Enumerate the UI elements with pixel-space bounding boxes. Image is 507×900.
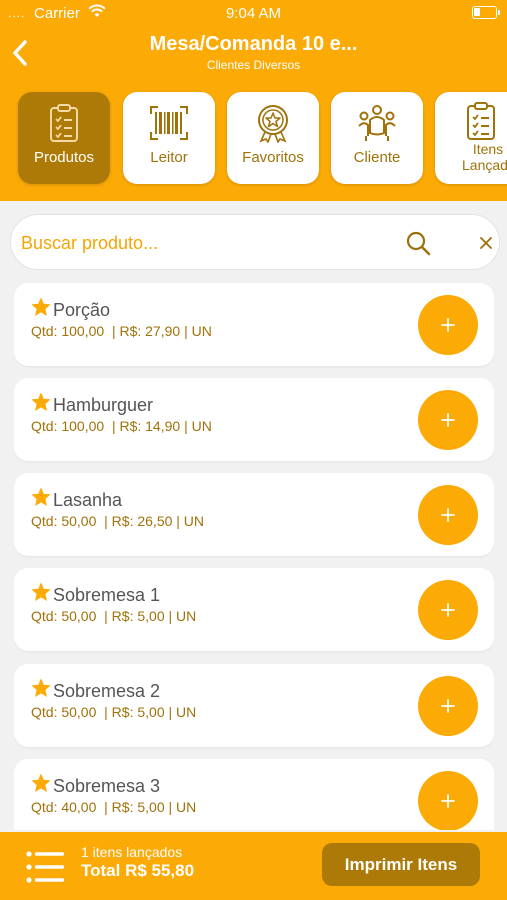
bottom-bar: 1 itens lançados Total R$ 55,80 Imprimir… xyxy=(0,832,507,900)
plus-icon xyxy=(441,794,455,808)
tab-label: Leitor xyxy=(150,149,188,166)
status-bar: .... Carrier 9:04 AM xyxy=(0,0,507,28)
plus-icon xyxy=(441,318,455,332)
product-details: Qtd: 40,00 | R$: 5,00 | UN xyxy=(31,799,197,815)
battery-icon xyxy=(472,6,500,19)
product-card[interactable]: Lasanha Qtd: 50,00 | R$: 26,50 | UN xyxy=(14,473,494,556)
product-name: Lasanha xyxy=(53,490,123,510)
product-card[interactable]: Sobremesa 1 Qtd: 50,00 | R$: 5,00 | UN xyxy=(14,568,494,651)
page-title: Mesa/Comanda 10 e... xyxy=(149,33,358,55)
close-icon[interactable] xyxy=(477,234,495,252)
print-items-button[interactable]: Imprimir Itens xyxy=(322,843,480,886)
plus-icon xyxy=(441,413,455,427)
plus-icon xyxy=(441,508,455,522)
tab-label: Favoritos xyxy=(242,149,304,166)
tab-itens-lancados[interactable]: Itens Lançados xyxy=(435,92,507,184)
category-tabs: Produtos Leitor Favoritos Cliente Itens … xyxy=(18,92,507,184)
product-list: Porção Qtd: 100,00 | R$: 27,90 | UN Hamb… xyxy=(14,283,494,830)
product-name: Hamburguer xyxy=(53,395,154,415)
items-count: 1 itens lançados xyxy=(81,844,183,860)
add-button[interactable] xyxy=(418,771,478,830)
product-details: Qtd: 50,00 | R$: 5,00 | UN xyxy=(31,704,197,720)
plus-icon xyxy=(441,603,455,617)
product-card[interactable]: Sobremesa 3 Qtd: 40,00 | R$: 5,00 | UN xyxy=(14,759,494,830)
add-button[interactable] xyxy=(418,485,478,545)
search-input[interactable] xyxy=(21,227,401,259)
app-header: .... Carrier 9:04 AM Mesa/Comanda 10 e..… xyxy=(0,0,507,201)
product-details: Qtd: 100,00 | R$: 27,90 | UN xyxy=(31,323,212,339)
star-icon xyxy=(31,678,51,697)
tab-produtos[interactable]: Produtos xyxy=(18,92,110,184)
product-details: Qtd: 50,00 | R$: 26,50 | UN xyxy=(31,513,205,529)
award-star-icon xyxy=(253,103,293,143)
tab-label: Produtos xyxy=(33,149,95,166)
tab-favoritos[interactable]: Favoritos xyxy=(227,92,319,184)
clipboard-icon xyxy=(44,103,84,143)
add-button[interactable] xyxy=(418,580,478,640)
add-button[interactable] xyxy=(418,295,478,355)
list-icon[interactable] xyxy=(26,850,66,884)
order-total: Total R$ 55,80 xyxy=(81,861,195,880)
product-details: Qtd: 50,00 | R$: 5,00 | UN xyxy=(31,608,197,624)
product-details: Qtd: 100,00 | R$: 14,90 | UN xyxy=(31,418,212,434)
star-icon xyxy=(31,773,51,792)
product-name: Sobremesa 2 xyxy=(53,681,161,701)
tab-leitor[interactable]: Leitor xyxy=(123,92,215,184)
star-icon xyxy=(31,582,51,601)
product-card[interactable]: Sobremesa 2 Qtd: 50,00 | R$: 5,00 | UN xyxy=(14,664,494,747)
add-button[interactable] xyxy=(418,676,478,736)
add-button[interactable] xyxy=(418,390,478,450)
star-icon xyxy=(31,297,51,316)
clipboard-icon xyxy=(461,101,501,141)
tab-cliente[interactable]: Cliente xyxy=(331,92,423,184)
product-card[interactable]: Porção Qtd: 100,00 | R$: 27,90 | UN xyxy=(14,283,494,366)
clock: 9:04 AM xyxy=(225,5,282,22)
star-icon xyxy=(31,392,51,411)
page-subtitle: Clientes Diversos xyxy=(206,58,301,72)
search-bar xyxy=(10,214,500,270)
tab-label: Itens Lançados xyxy=(462,141,507,173)
barcode-icon xyxy=(149,103,189,143)
product-name: Sobremesa 1 xyxy=(53,585,161,605)
people-table-icon xyxy=(357,103,397,143)
star-icon xyxy=(31,487,51,506)
tab-label: Cliente xyxy=(353,149,401,166)
product-card[interactable]: Hamburguer Qtd: 100,00 | R$: 14,90 | UN xyxy=(14,378,494,461)
plus-icon xyxy=(441,699,455,713)
product-name: Sobremesa 3 xyxy=(53,776,161,796)
product-name: Porção xyxy=(53,300,111,320)
search-icon[interactable] xyxy=(405,230,431,256)
